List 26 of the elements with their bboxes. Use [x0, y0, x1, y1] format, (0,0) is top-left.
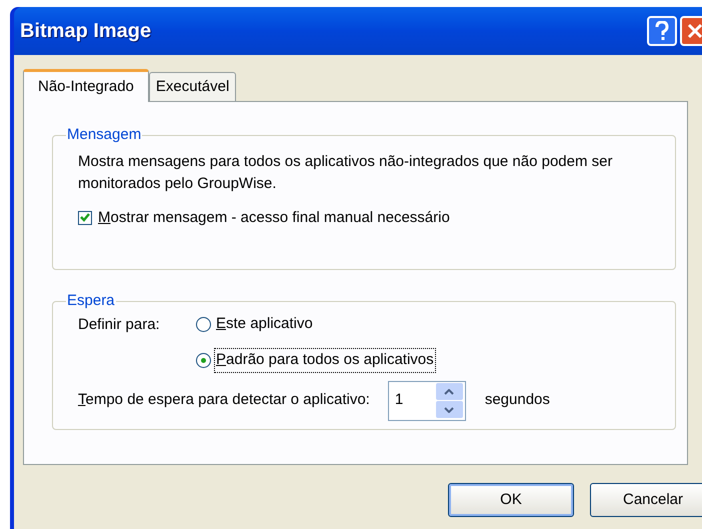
- tab[interactable]: Não-Integrado: [23, 69, 149, 102]
- radio-label: Este aplicativo: [215, 314, 314, 334]
- spinner-field[interactable]: 1: [388, 380, 466, 420]
- check-icon: [80, 213, 90, 222]
- radio-button[interactable]: [196, 317, 211, 332]
- radio-button[interactable]: [196, 353, 211, 368]
- timeout-label: Tempo de espera para detectar o aplicativo:: [78, 390, 370, 410]
- unit-label: segundos: [484, 390, 550, 410]
- description-text: Mostra mensagens para todos os aplicativos não-integrados que não podem ser monitorados pelo GroupWise.: [78, 152, 614, 194]
- spin-down-button[interactable]: [436, 401, 463, 418]
- define-label: Definir para:: [78, 314, 161, 334]
- tab[interactable]: Executável: [148, 72, 236, 101]
- dialog-button[interactable]: OK: [448, 483, 574, 517]
- dialog-button[interactable]: Cancelar: [590, 483, 702, 517]
- question-mark-icon: [655, 21, 669, 41]
- window-title: Bitmap Image: [20, 19, 152, 44]
- checkbox[interactable]: [78, 210, 92, 225]
- spin-up-button[interactable]: [436, 383, 463, 400]
- radio-label: Padrão para todos os aplicativos: [215, 349, 435, 372]
- spinner-value: 1: [394, 390, 404, 410]
- close-icon: [687, 23, 702, 39]
- checkbox-label: Mostrar mensagem - acesso final manual necessário: [98, 208, 450, 228]
- group-title: Espera: [66, 291, 116, 311]
- group-title: Mensagem: [66, 125, 142, 145]
- help-button[interactable]: [647, 16, 677, 46]
- close-button[interactable]: [680, 16, 702, 46]
